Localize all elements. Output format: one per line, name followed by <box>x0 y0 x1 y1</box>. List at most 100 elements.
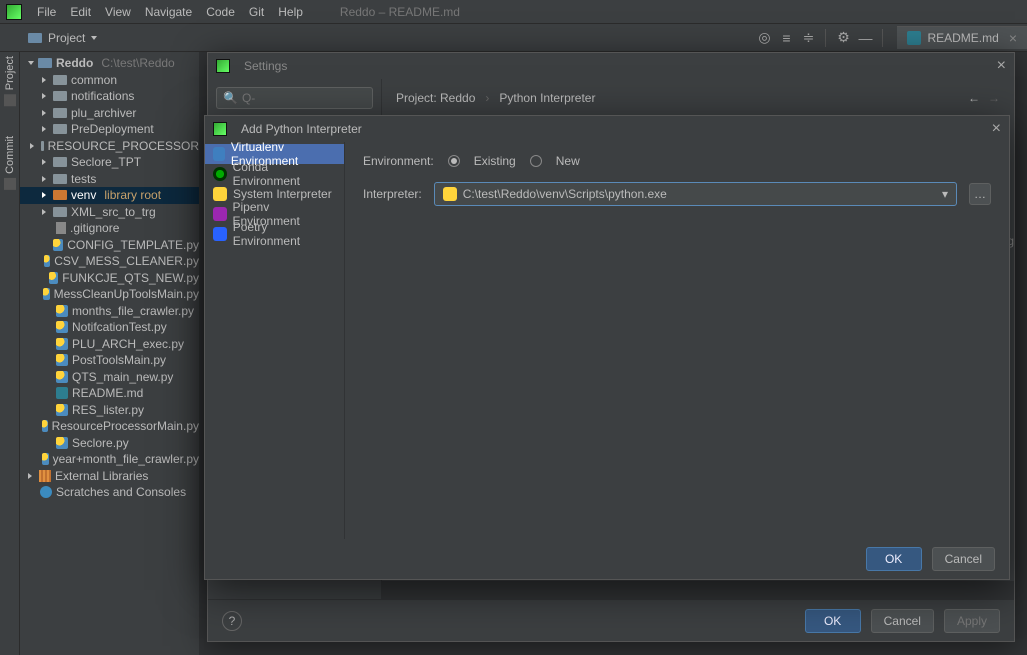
tree-folder[interactable]: XML_src_to_trg <box>71 205 156 219</box>
settings-search[interactable]: 🔍 Q- <box>216 87 373 109</box>
toolwin-project[interactable]: Project <box>4 56 16 106</box>
crumb-project[interactable]: Project: Reddo <box>396 91 475 105</box>
tree-file[interactable]: README.md <box>72 386 143 400</box>
menu-file[interactable]: File <box>30 5 63 19</box>
radio-new-label[interactable]: New <box>556 154 580 168</box>
tree-file[interactable]: Seclore.py <box>72 436 129 450</box>
interpreter-dropdown[interactable]: C:\test\Reddo\venv\Scripts\python.exe ▾ <box>434 182 957 206</box>
tree-folder[interactable]: PreDeployment <box>71 122 154 136</box>
menu-view[interactable]: View <box>98 5 138 19</box>
tree-folder[interactable]: RESOURCE_PROCESSOR <box>48 139 199 153</box>
environment-label: Environment: <box>363 154 434 168</box>
radio-new[interactable] <box>530 155 542 167</box>
chevron-right-icon[interactable] <box>42 77 49 83</box>
expand-all-icon[interactable]: ≡ <box>775 27 797 49</box>
chevron-right-icon[interactable] <box>42 192 49 198</box>
tree-file[interactable]: FUNKCJE_QTS_NEW.py <box>62 271 199 285</box>
folder-icon <box>53 190 67 200</box>
tree-folder[interactable]: notifications <box>71 89 134 103</box>
menu-git[interactable]: Git <box>242 5 271 19</box>
tree-root-path: C:\test\Reddo <box>101 56 174 70</box>
app-logo-icon <box>6 4 22 20</box>
chevron-right-icon[interactable] <box>42 176 49 182</box>
collapse-all-icon[interactable]: ≑ <box>797 27 819 49</box>
tree-venv-row[interactable]: venvlibrary root <box>20 187 199 204</box>
tree-file[interactable]: year+month_file_crawler.py <box>53 452 199 466</box>
help-icon[interactable]: ? <box>222 611 242 631</box>
tree-file[interactable]: months_file_crawler.py <box>72 304 194 318</box>
menu-edit[interactable]: Edit <box>63 5 98 19</box>
gear-icon[interactable]: ⚙ <box>832 27 854 49</box>
back-icon[interactable]: ← <box>968 91 980 105</box>
scratches-icon <box>40 486 52 498</box>
search-icon: 🔍 <box>223 91 238 105</box>
settings-apply-button[interactable]: Apply <box>944 609 1000 633</box>
tree-file[interactable]: NotifcationTest.py <box>72 320 167 334</box>
python-icon <box>42 420 48 432</box>
project-tree[interactable]: ReddoC:\test\Reddo common notifications … <box>20 52 200 655</box>
project-label[interactable]: Project <box>48 31 85 45</box>
tree-folder[interactable]: plu_archiver <box>71 106 136 120</box>
interp-option-poetry[interactable]: Poetry Environment <box>205 224 344 244</box>
target-icon[interactable]: ◎ <box>753 27 775 49</box>
tree-file[interactable]: PostToolsMain.py <box>72 353 166 367</box>
tree-file[interactable]: PLU_ARCH_exec.py <box>72 337 184 351</box>
settings-ok-button[interactable]: OK <box>805 609 861 633</box>
chevron-down-icon[interactable] <box>28 61 34 65</box>
chevron-right-icon[interactable] <box>42 159 49 165</box>
radio-existing-label[interactable]: Existing <box>474 154 516 168</box>
chevron-right-icon[interactable] <box>30 143 37 149</box>
python-icon <box>44 255 51 267</box>
close-icon[interactable]: × <box>997 57 1006 75</box>
tree-file[interactable]: CONFIG_TEMPLATE.py <box>67 238 199 252</box>
tree-root[interactable]: Reddo <box>56 56 93 70</box>
close-icon[interactable]: × <box>992 120 1001 138</box>
tree-scratches[interactable]: Scratches and Consoles <box>56 485 186 499</box>
tree-folder[interactable]: common <box>71 73 117 87</box>
interp-option-conda[interactable]: Conda Environment <box>205 164 344 184</box>
interp-cancel-button[interactable]: Cancel <box>932 547 995 571</box>
toolwin-commit[interactable]: Commit <box>4 136 16 190</box>
left-gutter: Project Commit <box>0 52 20 655</box>
settings-cancel-button[interactable]: Cancel <box>871 609 934 633</box>
forward-icon[interactable]: → <box>988 91 1000 105</box>
radio-existing[interactable] <box>448 155 460 167</box>
interp-ok-button[interactable]: OK <box>866 547 922 571</box>
folder-icon <box>53 108 67 118</box>
python-icon <box>56 338 68 350</box>
tree-folder[interactable]: tests <box>71 172 96 186</box>
minimize-icon[interactable]: — <box>854 27 876 49</box>
app-logo-icon <box>216 59 230 73</box>
browse-button[interactable]: … <box>969 183 991 205</box>
folder-icon <box>53 174 67 184</box>
conda-icon <box>213 167 227 181</box>
close-tab-icon[interactable]: × <box>1009 30 1017 46</box>
tree-file[interactable]: QTS_main_new.py <box>72 370 173 384</box>
menu-help[interactable]: Help <box>271 5 310 19</box>
menu-code[interactable]: Code <box>199 5 242 19</box>
tree-folder[interactable]: Seclore_TPT <box>71 155 141 169</box>
interpreter-label: Interpreter: <box>363 187 422 201</box>
editor-tab[interactable]: README.md × <box>897 26 1027 49</box>
python-icon <box>53 239 64 251</box>
chevron-right-icon[interactable] <box>42 93 49 99</box>
chevron-right-icon: › <box>485 91 489 105</box>
tree-file[interactable]: ResourceProcessorMain.py <box>52 419 199 433</box>
commit-toolwin-icon <box>4 178 16 190</box>
python-icon <box>443 187 457 201</box>
chevron-right-icon[interactable] <box>42 126 49 132</box>
tree-ext-lib[interactable]: External Libraries <box>55 469 148 483</box>
chevron-right-icon[interactable] <box>42 209 49 215</box>
tree-file[interactable]: MessCleanUpToolsMain.py <box>54 287 199 301</box>
tree-file[interactable]: .gitignore <box>70 221 119 235</box>
chevron-right-icon[interactable] <box>42 110 49 116</box>
tree-file[interactable]: CSV_MESS_CLEANER.py <box>54 254 199 268</box>
chevron-right-icon[interactable] <box>28 473 35 479</box>
menu-navigate[interactable]: Navigate <box>138 5 199 19</box>
menubar: File Edit View Navigate Code Git Help Re… <box>0 0 1027 24</box>
toolbar-row: Project ◎ ≡ ≑ ⚙ — README.md × <box>0 24 1027 52</box>
tree-file[interactable]: RES_lister.py <box>72 403 144 417</box>
crumb-interpreter[interactable]: Python Interpreter <box>499 91 595 105</box>
app-logo-icon <box>213 122 227 136</box>
chevron-down-icon[interactable] <box>91 36 97 40</box>
